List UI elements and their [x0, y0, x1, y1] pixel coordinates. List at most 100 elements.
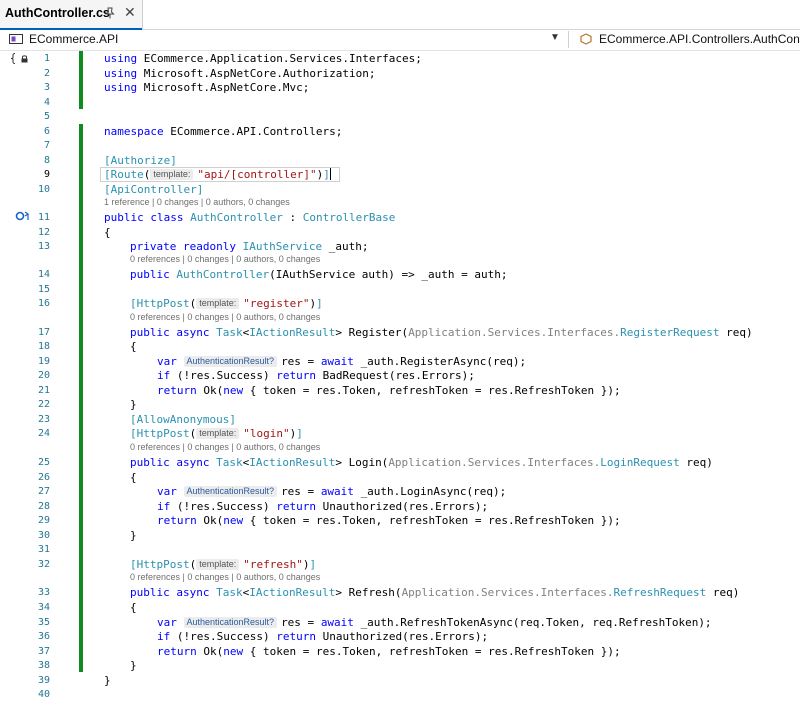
- line-number: 12: [37, 227, 50, 238]
- code-line: [HttpPost(template: "login")]: [130, 427, 303, 440]
- line-number: 32: [37, 559, 50, 570]
- line-number: 38: [37, 660, 50, 671]
- line-number: 10: [37, 184, 50, 195]
- inlay-hint: template:: [196, 428, 240, 439]
- code-line: }: [130, 398, 137, 411]
- class-dropdown[interactable]: ECommerce.API.Controllers.AuthControll: [599, 32, 800, 46]
- class-icon: [580, 33, 592, 45]
- code-line: }: [130, 659, 137, 672]
- code-line: public AuthController(IAuthService auth)…: [130, 268, 508, 281]
- line-number: 35: [37, 617, 50, 628]
- code-line: {: [130, 471, 137, 484]
- code-line: {: [130, 601, 137, 614]
- line-number: 11: [37, 212, 50, 223]
- code-line: var AuthenticationResult? res = await _au…: [157, 616, 712, 629]
- code-line: [Route(template: "api/[controller]")]: [104, 168, 331, 181]
- codelens[interactable]: 0 references | 0 changes | 0 authors, 0 …: [130, 312, 320, 323]
- line-number: 2: [43, 68, 50, 79]
- line-number: 22: [37, 399, 50, 410]
- line-number: 20: [37, 370, 50, 381]
- line-number: 31: [37, 544, 50, 555]
- line-number: 3: [43, 82, 50, 93]
- inlay-hint: template:: [150, 169, 194, 180]
- line-number: 18: [37, 341, 50, 352]
- code-line: return Ok(new { token = res.Token, refre…: [157, 384, 621, 397]
- tab-title: AuthController.cs: [5, 6, 110, 20]
- codelens[interactable]: 1 reference | 0 changes | 0 authors, 0 c…: [104, 197, 290, 208]
- line-number: 39: [37, 675, 50, 686]
- code-line: var AuthenticationResult? res = await _au…: [157, 485, 507, 498]
- code-line: [AllowAnonymous]: [130, 413, 236, 426]
- line-number: 15: [37, 284, 50, 295]
- line-number: 8: [43, 155, 50, 166]
- codelens[interactable]: 0 references | 0 changes | 0 authors, 0 …: [130, 442, 320, 453]
- line-number: 13: [37, 241, 50, 252]
- close-icon[interactable]: ✕: [124, 6, 136, 20]
- code-line: var AuthenticationResult? res = await _au…: [157, 355, 527, 368]
- code-line: if (!res.Success) return Unauthorized(re…: [157, 630, 489, 643]
- line-number: 17: [37, 327, 50, 338]
- code-line: [Authorize]: [104, 154, 177, 167]
- line-number: 14: [37, 269, 50, 280]
- inlay-hint: AuthenticationResult?: [183, 486, 278, 497]
- change-indicator: [79, 124, 83, 672]
- line-number: 40: [37, 689, 50, 700]
- line-number: 36: [37, 631, 50, 642]
- line-number: 4: [43, 97, 50, 108]
- tab-authcontroller[interactable]: AuthController.cs ✕: [0, 0, 143, 30]
- project-dropdown[interactable]: ECommerce.API: [29, 32, 118, 46]
- code-line: return Ok(new { token = res.Token, refre…: [157, 514, 621, 527]
- line-number: 7: [43, 140, 50, 151]
- text-caret: [329, 168, 331, 180]
- code-line: private readonly IAuthService _auth;: [130, 240, 369, 253]
- inlay-hint: AuthenticationResult?: [183, 356, 278, 367]
- navigation-bar: ECommerce.API ▼ ECommerce.API.Controller…: [0, 30, 800, 51]
- code-line: public async Task<IActionResult> Refresh…: [130, 586, 740, 599]
- codelens[interactable]: 0 references | 0 changes | 0 authors, 0 …: [130, 572, 320, 583]
- line-number: 23: [37, 414, 50, 425]
- line-number: 1: [43, 53, 50, 64]
- code-line: using ECommerce.Application.Services.Int…: [104, 52, 422, 65]
- line-number: 24: [37, 428, 50, 439]
- code-line: }: [130, 529, 137, 542]
- code-line: namespace ECommerce.API.Controllers;: [104, 125, 343, 138]
- csharp-project-icon: [9, 34, 23, 44]
- line-number: 9: [43, 169, 50, 180]
- code-line: {: [104, 226, 111, 239]
- line-number: 26: [37, 472, 50, 483]
- code-line: [HttpPost(template: "refresh")]: [130, 558, 317, 571]
- line-number: 16: [37, 298, 50, 309]
- code-line: [HttpPost(template: "register")]: [130, 297, 323, 310]
- line-number: 25: [37, 457, 50, 468]
- document-tab-bar: AuthController.cs ✕: [0, 0, 800, 30]
- line-number: 27: [37, 486, 50, 497]
- code-editor[interactable]: 1 2 3 4 5 6 7 8 9 10 11 12 13 14 15 16 1…: [0, 51, 800, 714]
- code-line: if (!res.Success) return BadRequest(res.…: [157, 369, 475, 382]
- pin-icon[interactable]: [104, 7, 116, 19]
- inlay-hint: AuthenticationResult?: [183, 617, 278, 628]
- codelens[interactable]: 0 references | 0 changes | 0 authors, 0 …: [130, 254, 320, 265]
- brace-icon: [10, 53, 16, 64]
- line-number: 5: [43, 111, 50, 122]
- code-line: using Microsoft.AspNetCore.Authorization…: [104, 67, 376, 80]
- code-line: {: [130, 340, 137, 353]
- code-line: return Ok(new { token = res.Token, refre…: [157, 645, 621, 658]
- code-line: public class AuthController : Controller…: [104, 211, 396, 224]
- code-line: public async Task<IActionResult> Registe…: [130, 326, 753, 339]
- line-number: 21: [37, 385, 50, 396]
- code-line: [ApiController]: [104, 183, 204, 196]
- code-line: }: [104, 674, 111, 687]
- code-line: if (!res.Success) return Unauthorized(re…: [157, 500, 489, 513]
- line-number: 34: [37, 602, 50, 613]
- chevron-down-icon[interactable]: ▼: [550, 32, 560, 43]
- line-number: 33: [37, 587, 50, 598]
- line-number: 28: [37, 501, 50, 512]
- line-number: 29: [37, 515, 50, 526]
- inlay-hint: template:: [196, 298, 240, 309]
- line-number: 37: [37, 646, 50, 657]
- change-indicator: [79, 51, 83, 109]
- inlay-hint: template:: [196, 559, 240, 570]
- line-number: 19: [37, 356, 50, 367]
- navbar-divider: [568, 31, 569, 48]
- line-number: 6: [43, 126, 50, 137]
